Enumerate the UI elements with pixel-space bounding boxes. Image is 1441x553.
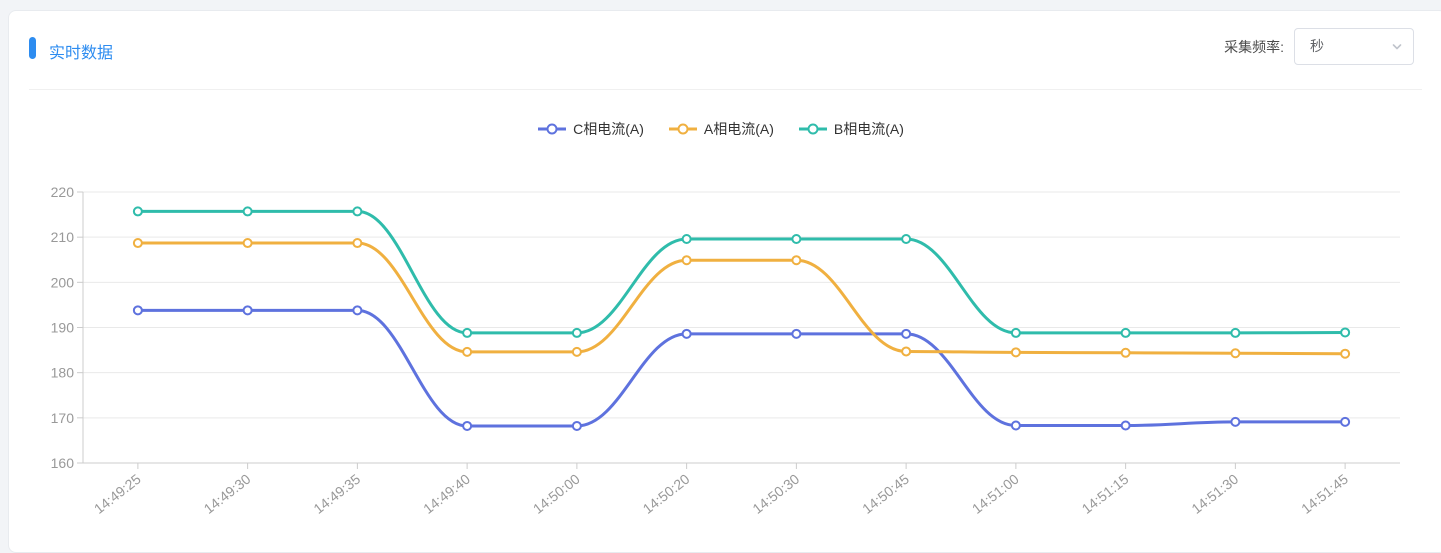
y-axis-label: 220 (51, 184, 75, 200)
data-point-marker (573, 329, 581, 337)
y-axis-label: 190 (51, 320, 75, 336)
x-axis-label: 14:51:15 (1079, 471, 1132, 517)
data-point-marker (134, 207, 142, 215)
legend-line-circle-icon (537, 122, 567, 136)
realtime-line-chart: 160 170 180 190 200 210 220 14:49:25 14:49:30 14:… (0, 0, 1441, 547)
x-axis-label: 14:50:45 (859, 471, 912, 517)
data-point-marker (1012, 348, 1020, 356)
legend-line-circle-icon (668, 122, 698, 136)
x-axis-label: 14:49:35 (310, 471, 363, 517)
data-point-marker (683, 256, 691, 264)
data-point-marker (683, 235, 691, 243)
data-point-marker (1341, 418, 1349, 426)
data-point-marker (1012, 422, 1020, 430)
data-point-marker (1231, 329, 1239, 337)
data-point-marker (902, 330, 910, 338)
y-axis-label: 180 (51, 365, 75, 381)
data-point-marker (902, 235, 910, 243)
data-point-marker (244, 207, 252, 215)
data-point-marker (244, 306, 252, 314)
data-point-marker (463, 329, 471, 337)
y-axis-label: 210 (51, 229, 75, 245)
x-axis-label: 14:49:30 (201, 471, 254, 517)
data-point-marker (134, 239, 142, 247)
legend-item-2[interactable]: B相电流(A) (798, 119, 904, 139)
y-axis-label: 160 (51, 455, 75, 471)
legend-label: A相电流(A) (704, 119, 774, 139)
data-point-marker (1231, 418, 1239, 426)
data-point-marker (1122, 349, 1130, 357)
data-point-marker (463, 348, 471, 356)
legend-item-0[interactable]: C相电流(A) (537, 119, 644, 139)
data-point-marker (1122, 422, 1130, 430)
x-axis-label: 14:50:00 (530, 471, 583, 517)
series-line-2 (138, 211, 1345, 332)
x-axis-label: 14:51:30 (1188, 471, 1241, 517)
x-axis-label: 14:50:30 (749, 471, 802, 517)
data-point-marker (353, 207, 361, 215)
data-point-marker (573, 422, 581, 430)
data-point-marker (134, 306, 142, 314)
data-point-marker (792, 235, 800, 243)
legend-label: B相电流(A) (834, 119, 904, 139)
data-point-marker (683, 330, 691, 338)
legend-item-1[interactable]: A相电流(A) (668, 119, 774, 139)
data-point-marker (1012, 329, 1020, 337)
data-point-marker (463, 422, 471, 430)
data-point-marker (353, 239, 361, 247)
data-point-marker (792, 256, 800, 264)
series-line-1 (138, 243, 1345, 354)
x-axis-label: 14:49:40 (420, 471, 473, 517)
x-axis-label: 14:49:25 (91, 471, 144, 517)
data-point-marker (1341, 328, 1349, 336)
x-axis-label: 14:50:20 (640, 471, 693, 517)
x-axis-label: 14:51:45 (1298, 471, 1351, 517)
chart-legend: C相电流(A) A相电流(A) B相电流(A) (0, 119, 1441, 139)
y-axis-label: 170 (51, 410, 75, 426)
data-point-marker (353, 306, 361, 314)
data-point-marker (573, 348, 581, 356)
legend-line-circle-icon (798, 122, 828, 136)
data-point-marker (244, 239, 252, 247)
y-axis-label: 200 (51, 274, 75, 290)
data-point-marker (792, 330, 800, 338)
x-axis-label: 14:51:00 (969, 471, 1022, 517)
data-point-marker (1341, 350, 1349, 358)
legend-label: C相电流(A) (573, 119, 644, 139)
data-point-marker (1231, 349, 1239, 357)
data-point-marker (1122, 329, 1130, 337)
data-point-marker (902, 347, 910, 355)
